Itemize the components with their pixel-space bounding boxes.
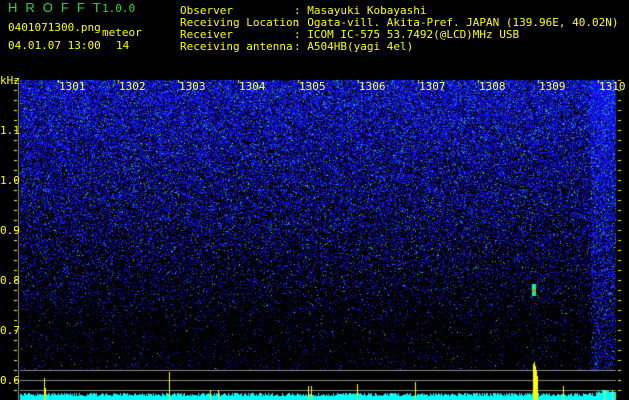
y-unit-label: kHz: [0, 74, 20, 87]
minute-label: 1308: [479, 80, 506, 93]
y-tick-label: 0.9: [0, 224, 20, 237]
y-tick-label: 0.8: [0, 274, 20, 287]
minute-label: 1309: [539, 80, 566, 93]
y-tick-label: 0.7: [0, 324, 20, 337]
spectrogram: [0, 78, 629, 400]
antenna-label: Receiving antenna: [180, 40, 293, 53]
minute-label: 1301: [59, 80, 86, 93]
antenna-value: : A504HB(yagi 4el): [294, 40, 414, 53]
minute-label: 1305: [299, 80, 326, 93]
file-datetime: 04.01.07 13:00: [8, 39, 101, 52]
app-title: HROFFT: [8, 0, 109, 15]
meteor-count: 14: [116, 39, 130, 52]
minute-label: 1304: [239, 80, 266, 93]
minute-label: 1306: [359, 80, 386, 93]
y-tick-label: 0.6: [0, 374, 20, 387]
meteor-label: meteor: [102, 26, 142, 39]
y-tick-label: 1.0: [0, 174, 20, 187]
y-tick-label: 1.1: [0, 124, 20, 137]
app-version: 1.0.0: [102, 2, 136, 15]
minute-label: 1302: [119, 80, 146, 93]
minute-label: 1307: [419, 80, 446, 93]
minute-label: 1303: [179, 80, 206, 93]
minute-label: 1310: [599, 80, 626, 93]
file-name: 0401071300.png: [8, 21, 101, 34]
